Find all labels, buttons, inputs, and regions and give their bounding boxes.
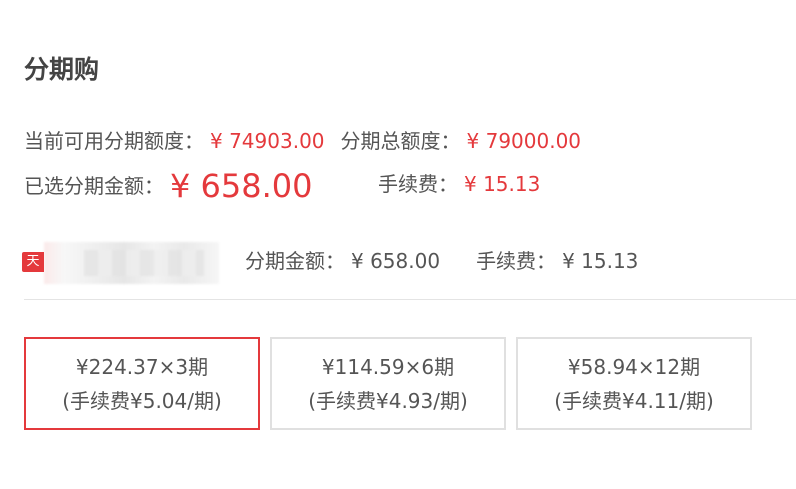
product-item: 天 分期金额： ¥ 658.00 手续费： ¥ 15.13 [0, 238, 796, 284]
product-thumbnail[interactable] [44, 242, 219, 284]
product-fee-value: ¥ 15.13 [562, 249, 639, 273]
available-credit-label: 当前可用分期额度： [24, 129, 204, 153]
selected-amount-label: 已选分期金额： [24, 174, 164, 198]
available-credit-value: ¥ 74903.00 [210, 129, 325, 153]
divider [24, 299, 796, 300]
plan-option-6[interactable]: ¥114.59×6期 (手续费¥4.93/期) [270, 337, 506, 430]
product-amount-value: ¥ 658.00 [351, 249, 441, 273]
tmall-badge-icon: 天 [22, 252, 44, 272]
selected-amount-value: ¥ 658.00 [170, 167, 313, 205]
product-fee-label: 手续费： [476, 249, 557, 273]
fee-summary: 手续费： ¥ 15.13 [378, 170, 540, 198]
plan-option-3[interactable]: ¥224.37×3期 (手续费¥5.04/期) [24, 337, 260, 430]
plan-option-12[interactable]: ¥58.94×12期 (手续费¥4.11/期) [516, 337, 752, 430]
plan-amount: ¥58.94×12期 [567, 355, 701, 379]
total-credit-value: ¥ 79000.00 [466, 129, 582, 153]
plan-fee: (手续费¥4.93/期) [308, 389, 468, 413]
plan-amount: ¥224.37×3期 [75, 355, 209, 379]
fee-value: ¥ 15.13 [464, 172, 541, 196]
product-info: 分期金额： ¥ 658.00 手续费： ¥ 15.13 [245, 247, 638, 275]
plan-fee: (手续费¥5.04/期) [62, 389, 222, 413]
installment-panel: 分期购 当前可用分期额度： ¥ 74903.00 分期总额度： ¥ 79000.00 … [0, 0, 796, 489]
credit-summary-row: 当前可用分期额度： ¥ 74903.00 分期总额度： ¥ 79000.00 [24, 127, 581, 155]
plan-fee: (手续费¥4.11/期) [554, 389, 714, 413]
total-credit-label: 分期总额度： [340, 129, 461, 153]
selected-amount-row: 已选分期金额： ¥ 658.00 [24, 166, 313, 206]
product-amount-label: 分期金额： [245, 249, 345, 273]
fee-label: 手续费： [378, 172, 458, 196]
plan-amount: ¥114.59×6期 [321, 355, 455, 379]
page-title: 分期购 [24, 55, 100, 84]
